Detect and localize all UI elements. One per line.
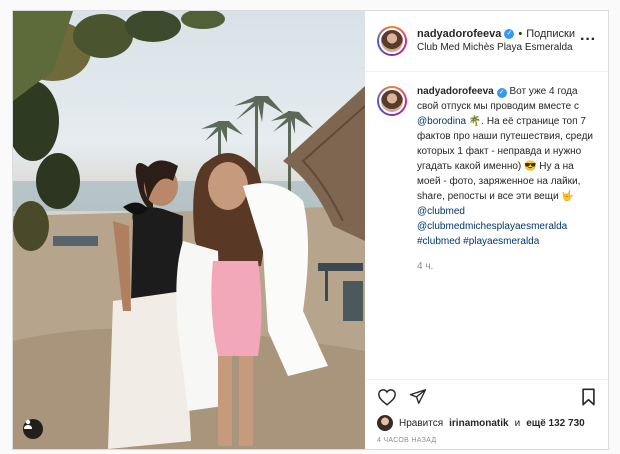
mention-clubmed[interactable]: @clubmed <box>417 206 465 217</box>
likes-prefix: Нравится <box>399 417 444 429</box>
more-options-icon[interactable]: ··· <box>580 32 596 48</box>
caption-text: nadyadorofeeva ✓ Вот уже 4 года свой отпу… <box>417 84 596 274</box>
share-button[interactable] <box>409 388 427 405</box>
hashtag-playaesmeralda[interactable]: #playaesmeralda <box>463 236 539 247</box>
post-timestamp[interactable]: 4 ЧАСОВ НАЗАД <box>365 433 608 449</box>
mention-borodina[interactable]: @borodina <box>417 116 466 127</box>
share-icon <box>409 389 427 404</box>
like-button[interactable] <box>377 388 397 406</box>
save-button[interactable] <box>581 388 596 406</box>
heart-icon <box>378 388 396 406</box>
verified-badge-icon: ✓ <box>504 29 515 39</box>
author-username[interactable]: nadyadorofeeva <box>417 27 501 41</box>
author-avatar[interactable] <box>377 26 407 56</box>
hashtag-clubmed[interactable]: #clubmed <box>417 236 460 247</box>
bookmark-icon <box>582 388 595 406</box>
following-button[interactable]: Подписки <box>526 27 575 41</box>
liker-avatar[interactable] <box>377 415 393 431</box>
comments-area: nadyadorofeeva ✓ Вот уже 4 года свой отпу… <box>365 72 608 379</box>
post-details-pane: nadyadorofeeva ✓ • Подписки Club Med Mic… <box>365 11 608 449</box>
liker-username[interactable]: irinamonatik <box>449 418 508 429</box>
mention-clubmedmichesplayaesmeralda[interactable]: @clubmedmichesplayaesmeralda <box>417 221 567 232</box>
separator-dot: • <box>518 28 523 40</box>
caption-verified-icon: ✓ <box>496 88 507 98</box>
user-tag-icon <box>24 419 32 429</box>
likes-count[interactable]: ещё 132 730 <box>526 418 585 429</box>
likes-and: и <box>514 417 521 429</box>
post-header: nadyadorofeeva ✓ • Подписки Club Med Mic… <box>365 11 608 72</box>
caption: nadyadorofeeva ✓ Вот уже 4 года свой отпу… <box>377 84 596 274</box>
instagram-post-modal: nadyadorofeeva ✓ • Подписки Club Med Mic… <box>12 10 609 450</box>
caption-avatar[interactable] <box>377 86 407 116</box>
post-location[interactable]: Club Med Michès Playa Esmeralda <box>417 41 575 55</box>
post-photo[interactable] <box>13 11 365 449</box>
likes-line: Нравится irinamonatik и ещё 132 730 <box>365 413 608 433</box>
user-tag-button[interactable] <box>23 419 43 439</box>
caption-part-2: 🌴. На её странице топ 7 фактов про наши … <box>417 116 593 202</box>
action-bar <box>365 379 608 413</box>
caption-time[interactable]: 4 ч. <box>417 259 596 274</box>
beach-photo-illustration <box>13 11 365 449</box>
caption-username[interactable]: nadyadorofeeva <box>417 86 494 97</box>
